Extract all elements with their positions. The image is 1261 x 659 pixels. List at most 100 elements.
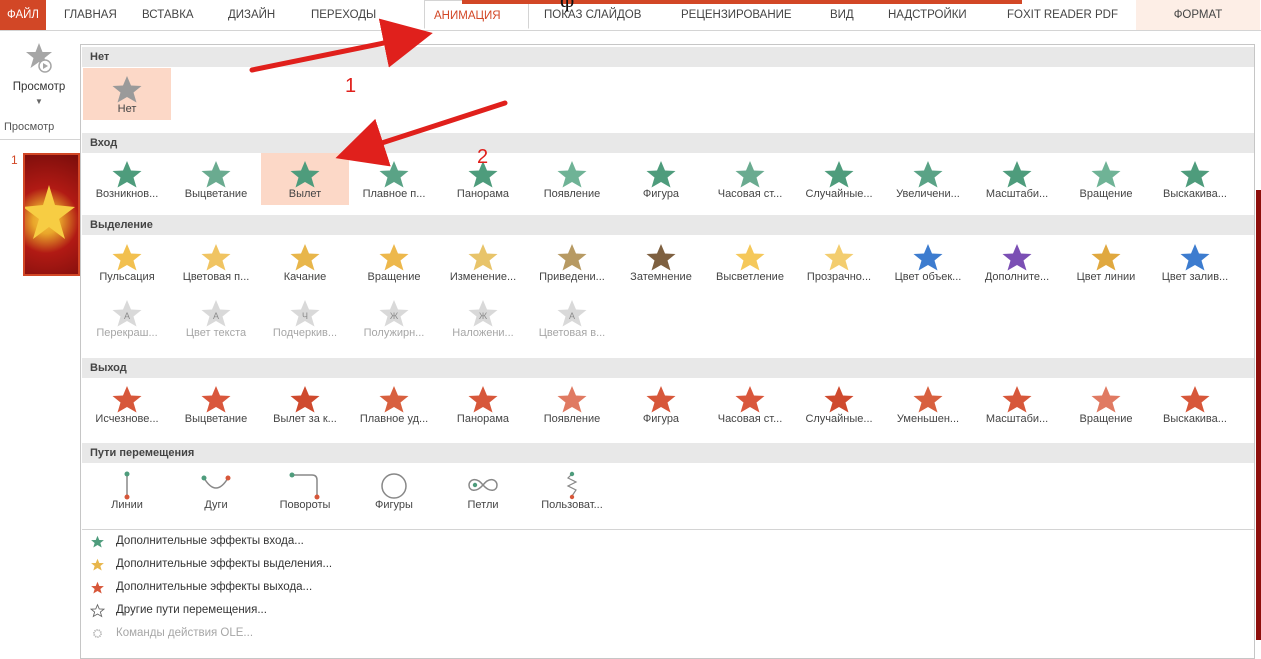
exit-item[interactable]: Часовая ст...: [706, 378, 794, 430]
motion-path-item[interactable]: Повороты: [261, 464, 349, 516]
entrance-item[interactable]: Масштаби...: [973, 153, 1061, 205]
entrance-item[interactable]: Выцветание: [172, 153, 260, 205]
more-effects-link[interactable]: Другие пути перемещения...: [82, 599, 1254, 622]
emphasis-text-star-icon: A: [201, 300, 231, 327]
motion-path-label: Пользоват...: [541, 499, 603, 511]
emphasis-label: Цвет залив...: [1161, 271, 1229, 283]
emphasis-item[interactable]: Качание: [261, 236, 349, 288]
emphasis-text-label: Цвет текста: [185, 327, 247, 339]
entrance-item[interactable]: Часовая ст...: [706, 153, 794, 205]
slide-thumbnail[interactable]: [23, 153, 80, 276]
entrance-star-icon: [1091, 161, 1121, 188]
ole-gear-icon: [93, 629, 102, 638]
exit-item[interactable]: Случайные...: [795, 378, 883, 430]
emphasis-item[interactable]: Изменение...: [439, 236, 527, 288]
exit-item[interactable]: Исчезнове...: [83, 378, 171, 430]
exit-label: Выцветание: [184, 413, 248, 425]
emphasis-label: Приведени...: [539, 271, 605, 283]
emphasis-text-star-icon: A: [112, 300, 142, 327]
exit-star-icon: [1091, 386, 1121, 413]
motion-path-item[interactable]: Фигуры: [350, 464, 438, 516]
exit-label: Вылет за к...: [273, 413, 337, 425]
more-effects-link[interactable]: Дополнительные эффекты выхода...: [82, 576, 1254, 599]
loop-path-icon: [468, 478, 498, 491]
more-effects-link[interactable]: Дополнительные эффекты входа...: [82, 530, 1254, 553]
emphasis-item[interactable]: Дополните...: [973, 236, 1061, 288]
emphasis-item[interactable]: Цвет залив...: [1151, 236, 1239, 288]
entrance-item[interactable]: Вращение: [1062, 153, 1150, 205]
motion-path-item[interactable]: Пользоват...: [528, 464, 616, 516]
exit-item[interactable]: Появление: [528, 378, 616, 430]
tab-view[interactable]: ВИД: [830, 0, 854, 30]
emphasis-item[interactable]: Цвет линии: [1062, 236, 1150, 288]
motion-path-item[interactable]: Линии: [83, 464, 171, 516]
top-cut-text: ф: [560, 0, 574, 13]
emphasis-item[interactable]: Цвет объек...: [884, 236, 972, 288]
exit-item[interactable]: Панорама: [439, 378, 527, 430]
exit-star-icon: [824, 386, 854, 413]
tab-home[interactable]: ГЛАВНАЯ: [64, 0, 117, 30]
exit-item[interactable]: Выскакива...: [1151, 378, 1239, 430]
shape-path-icon: [381, 473, 407, 499]
preview-star-icon: [26, 43, 52, 73]
emphasis-item[interactable]: Затемнение: [617, 236, 705, 288]
entrance-item[interactable]: Фигура: [617, 153, 705, 205]
exit-item[interactable]: Вращение: [1062, 378, 1150, 430]
none-item[interactable]: Нет: [83, 68, 171, 120]
slide-number: 1: [11, 153, 18, 167]
entrance-item[interactable]: Плавное п...: [350, 153, 438, 205]
emphasis-item[interactable]: Вращение: [350, 236, 438, 288]
emphasis-label: Пульсация: [99, 271, 155, 283]
entrance-item[interactable]: Случайные...: [795, 153, 883, 205]
exit-item[interactable]: Фигура: [617, 378, 705, 430]
emphasis-item[interactable]: Приведени...: [528, 236, 616, 288]
exit-item[interactable]: Плавное уд...: [350, 378, 438, 430]
none-star-icon: [112, 76, 142, 103]
top-accent-line: [462, 0, 1022, 4]
exit-label: Уменьшен...: [896, 413, 960, 425]
more-effects-link[interactable]: Дополнительные эффекты выделения...: [82, 553, 1254, 576]
tab-review[interactable]: РЕЦЕНЗИРОВАНИЕ: [681, 0, 792, 30]
entrance-label: Плавное п...: [362, 188, 426, 200]
entrance-star-icon: [735, 161, 765, 188]
emphasis-star-icon: [913, 244, 943, 271]
tab-animations[interactable]: АНИМАЦИЯ: [424, 0, 529, 29]
emphasis-item[interactable]: Пульсация: [83, 236, 171, 288]
exit-label: Масштаби...: [985, 413, 1049, 425]
motion-path-item[interactable]: Петли: [439, 464, 527, 516]
emphasis-text-label: Подчеркив...: [272, 327, 338, 339]
tab-transitions[interactable]: ПЕРЕХОДЫ: [311, 0, 376, 30]
tab-design[interactable]: ДИЗАЙН: [228, 0, 275, 30]
emphasis-star-icon: [1091, 244, 1121, 271]
svg-text:A: A: [124, 311, 130, 321]
tab-slideshow[interactable]: ПОКАЗ СЛАЙДОВ: [544, 0, 641, 30]
emphasis-text-label: Цветовая в...: [538, 327, 606, 339]
emphasis-item[interactable]: Прозрачно...: [795, 236, 883, 288]
gold-star-icon: [91, 558, 104, 571]
entrance-item[interactable]: Возникнов...: [83, 153, 171, 205]
entrance-label: Возникнов...: [95, 188, 159, 200]
emphasis-label: Цветовая п...: [182, 271, 250, 283]
entrance-item[interactable]: Появление: [528, 153, 616, 205]
tab-file[interactable]: ФАЙЛ: [0, 0, 46, 30]
tab-foxit[interactable]: FOXIT READER PDF: [1007, 0, 1118, 30]
preview-button[interactable]: Просмотр ▼: [0, 39, 78, 113]
emphasis-item[interactable]: Высветление: [706, 236, 794, 288]
tab-format[interactable]: ФОРМАТ: [1136, 0, 1260, 30]
entrance-item[interactable]: Увеличени...: [884, 153, 972, 205]
tab-addins[interactable]: НАДСТРОЙКИ: [888, 0, 967, 30]
exit-item[interactable]: Выцветание: [172, 378, 260, 430]
entrance-label: Фигура: [642, 188, 680, 200]
exit-item[interactable]: Вылет за к...: [261, 378, 349, 430]
entrance-label: Вращение: [1079, 188, 1133, 200]
slide-edge: [1256, 190, 1261, 640]
emphasis-item[interactable]: Цветовая п...: [172, 236, 260, 288]
exit-item[interactable]: Масштаби...: [973, 378, 1061, 430]
exit-item[interactable]: Уменьшен...: [884, 378, 972, 430]
emphasis-star-icon: [1180, 244, 1210, 271]
tab-insert[interactable]: ВСТАВКА: [142, 0, 194, 30]
motion-path-item[interactable]: Дуги: [172, 464, 260, 516]
entrance-item[interactable]: Вылет: [261, 153, 349, 205]
entrance-item[interactable]: Выскакива...: [1151, 153, 1239, 205]
svg-text:A: A: [569, 311, 575, 321]
